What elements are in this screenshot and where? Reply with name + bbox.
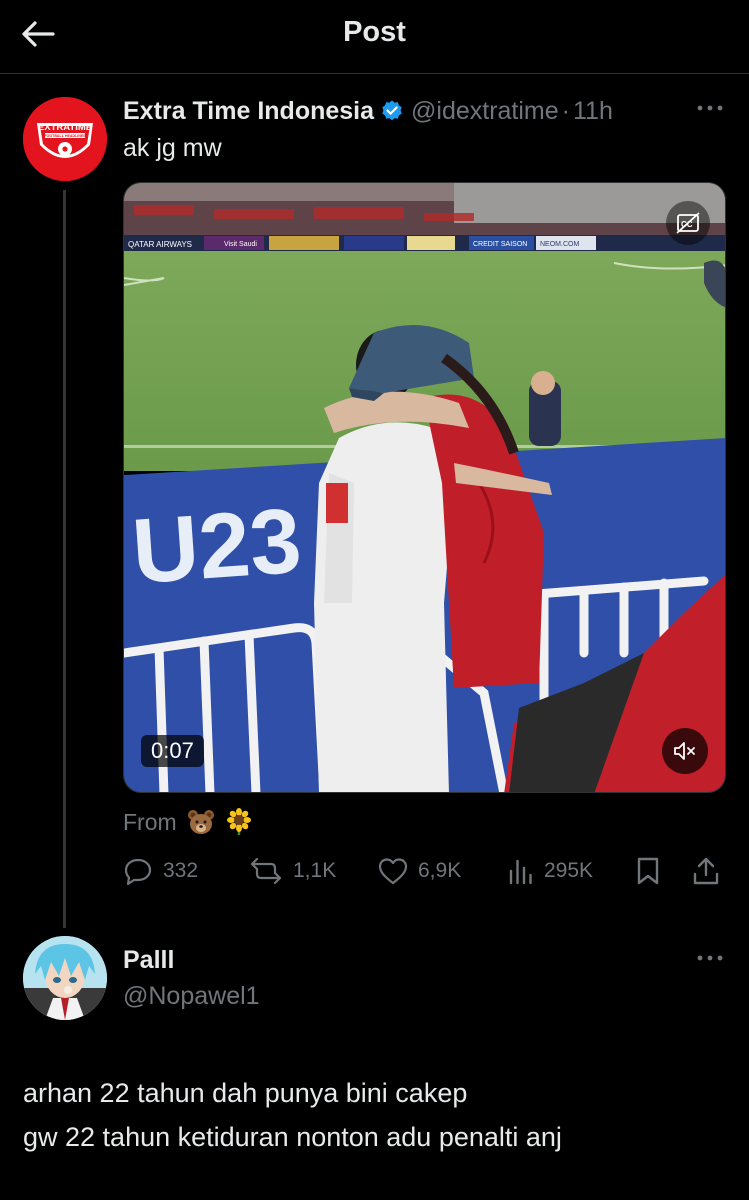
ad-board-neom: NEOM.COM [540,241,579,248]
bookmark-icon [637,857,659,885]
views-chart-icon [509,859,532,885]
bookmark-button[interactable] [635,855,661,887]
repost-icon [250,857,282,885]
view-count: 295K [544,859,594,882]
sunflower-emoji-icon [225,808,253,836]
more-dots-icon [697,955,723,961]
video-player[interactable]: QATAR AIRWAYS Visit Saudi CREDIT SAISON … [123,182,726,793]
muted-speaker-icon [674,742,695,760]
post-time[interactable]: 11h [573,97,613,126]
repost-count: 1,1K [293,859,337,882]
anime-avatar-image [23,936,107,1020]
bear-emoji-icon [187,809,215,835]
repost-button[interactable]: 1,1K [249,855,336,887]
unmute-button[interactable] [662,728,708,774]
from-label: From [123,808,177,835]
logo-subtext: FOOTBALL HEADLINES [44,134,86,138]
reply-author-name[interactable]: Palll [123,946,174,975]
top-bar: Post [0,0,749,74]
reply-button[interactable]: 332 [123,855,198,887]
ad-board-credit-saison: CREDIT SAISON [473,241,527,248]
ad-board-visit-saudi: Visit Saudi [224,241,257,248]
share-button[interactable] [692,855,720,887]
author-name[interactable]: Extra Time Indonesia [123,97,374,126]
like-count: 6,9K [418,859,462,882]
reply-author-avatar[interactable] [23,936,107,1020]
captions-off-icon: CC [676,212,700,234]
separator-dot: · [561,96,570,125]
share-icon [693,857,719,885]
video-thumbnail: QATAR AIRWAYS Visit Saudi CREDIT SAISON … [124,183,725,792]
video-duration: 0:07 [141,735,204,767]
extratime-logo: EXTRATIME FOOTBALL HEADLINES [23,97,107,181]
more-options-button[interactable] [693,96,727,120]
views-button[interactable]: 295K [508,855,593,887]
from-attribution: From [123,808,253,836]
logo-wordmark: EXTRATIME [38,122,92,133]
verified-badge-icon [380,99,404,123]
post-header: Extra Time Indonesia @idextratime · 11h [123,96,613,126]
reply-more-options-button[interactable] [693,946,727,970]
reply-text-line: gw 22 tahun ketiduran nonton adu penalti… [23,1122,562,1152]
reply-author-handle[interactable]: @Nopawel1 [123,982,260,1011]
like-button[interactable]: 6,9K [378,855,461,887]
reply-icon [124,858,152,886]
reply-text-line: arhan 22 tahun dah punya bini cakep [23,1078,468,1108]
heart-icon [378,858,408,885]
page-title: Post [343,16,406,48]
thread-connector-line [63,190,66,928]
more-dots-icon [697,105,723,111]
captions-off-button[interactable]: CC [666,201,710,245]
post-text: ak jg mw [123,134,222,162]
reply-count: 332 [163,859,199,882]
reply-text: arhan 22 tahun dah punya bini cakep gw 2… [23,1071,723,1159]
ad-board-qatar: QATAR AIRWAYS [128,240,192,249]
author-handle[interactable]: @idextratime [411,97,559,126]
author-avatar[interactable]: EXTRATIME FOOTBALL HEADLINES [23,97,107,181]
